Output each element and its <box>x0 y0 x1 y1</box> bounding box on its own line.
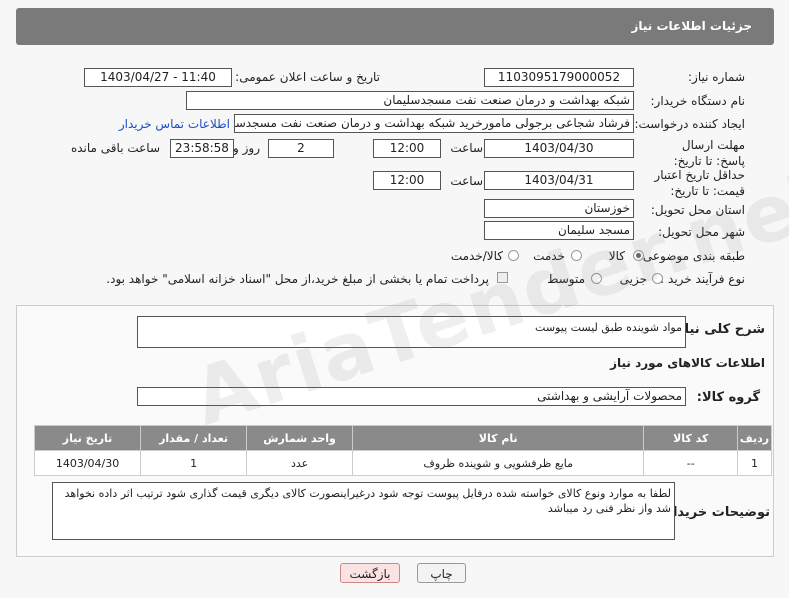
table-header: واحد شمارش <box>246 425 354 451</box>
table-cell: 1 <box>737 450 772 476</box>
days-field: 2 <box>268 139 334 158</box>
need-number-label: شماره نیاز: <box>688 70 745 84</box>
price-time-label: ساعت <box>450 174 483 188</box>
remaining-time-field: 23:58:58 <box>170 139 234 158</box>
goods-info-title: اطلاعات کالاهای مورد نیاز <box>610 356 765 370</box>
need-number-field: 1103095179000052 <box>484 68 634 87</box>
remaining-label: ساعت باقی مانده <box>70 141 160 155</box>
table-header: نام کالا <box>352 425 645 451</box>
table-header: ردیف <box>737 425 772 451</box>
price-date-field: 1403/04/31 <box>484 171 634 190</box>
buyer-org-field: شبکه بهداشت و درمان صنعت نفت مسجدسلیمان <box>186 91 634 110</box>
buyer-notes-label: توضیحات خریدار: <box>660 505 770 520</box>
table-header-row: ردیف کد کالا نام کالا واحد شمارش تعداد /… <box>33 425 772 451</box>
days-label: روز و <box>233 141 260 155</box>
goods-table: ردیف کد کالا نام کالا واحد شمارش تعداد /… <box>33 425 772 476</box>
reply-deadline-label: مهلت ارسال پاسخ: تا تاریخ: <box>673 138 745 168</box>
buyer-notes-field[interactable]: لطفا به موارد ونوع کالای خواسته شده درفا… <box>52 482 675 540</box>
table-cell: -- <box>643 450 739 476</box>
announce-label: تاریخ و ساعت اعلان عمومی: <box>235 70 380 84</box>
table-row: 1 -- مایع ظرفشویی و شوینده ظروف عدد 1 14… <box>33 450 772 476</box>
print-button[interactable]: چاپ <box>417 563 466 583</box>
province-field: خوزستان <box>484 199 634 218</box>
table-cell: مایع ظرفشویی و شوینده ظروف <box>352 450 645 476</box>
contact-buyer-link[interactable]: اطلاعات تماس خریدار <box>119 117 230 131</box>
reply-time-label: ساعت <box>450 141 483 155</box>
page-title: جزئیات اطلاعات نیاز <box>631 19 752 33</box>
goods-group-label: گروه کالا: <box>696 390 760 405</box>
buyer-org-label: نام دستگاه خریدار: <box>650 94 746 108</box>
back-button[interactable]: بازگشت <box>340 563 400 583</box>
table-header: تاریخ نیاز <box>33 425 142 451</box>
creator-field: فرشاد شجاعی برجولی مامورخرید شبکه بهداشت… <box>234 114 634 133</box>
creator-label: ایجاد کننده درخواست: <box>634 117 745 131</box>
reply-date-field: 1403/04/30 <box>484 139 634 158</box>
reply-time-field: 12:00 <box>373 139 441 158</box>
announce-field: 1403/04/27 - 11:40 <box>84 68 232 87</box>
table-cell: عدد <box>246 450 354 476</box>
header-panel: جزئیات اطلاعات نیاز <box>16 8 774 45</box>
table-cell: 1403/04/30 <box>33 450 142 476</box>
price-time-field: 12:00 <box>373 171 441 190</box>
table-header: کد کالا <box>643 425 739 451</box>
table-cell: 1 <box>140 450 248 476</box>
